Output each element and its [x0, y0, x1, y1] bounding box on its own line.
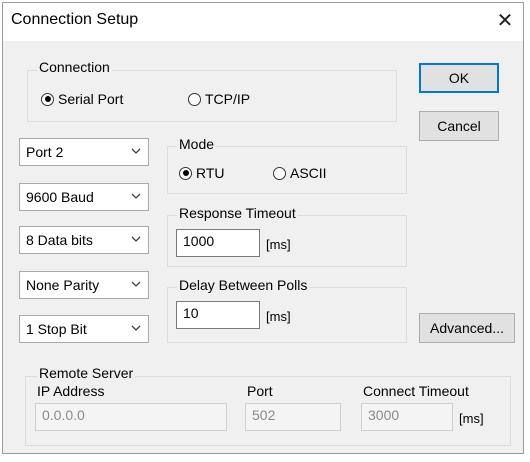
response-timeout-unit: [ms]: [266, 237, 291, 252]
serial-port-radio[interactable]: Serial Port: [41, 91, 123, 107]
chevron-down-icon: [131, 236, 141, 242]
tcp-ip-radio-label: TCP/IP: [205, 91, 251, 107]
serial-port-radio-indicator: [41, 92, 54, 106]
ok-button[interactable]: OK: [419, 63, 499, 93]
connect-timeout-input[interactable]: 3000: [361, 403, 453, 431]
ip-address-input[interactable]: 0.0.0.0: [35, 403, 227, 431]
stop-bits-select[interactable]: 1 Stop Bit: [19, 315, 149, 343]
baud-select[interactable]: 9600 Baud: [19, 183, 149, 211]
chevron-down-icon: [131, 281, 141, 287]
tcp-ip-radio-indicator: [188, 92, 201, 106]
ascii-radio-label: ASCII: [290, 165, 327, 181]
data-bits-select[interactable]: 8 Data bits: [19, 226, 149, 254]
window-title: Connection Setup: [11, 11, 139, 28]
connection-setup-dialog: Connection Setup ✕ Connection Serial Por…: [2, 2, 524, 454]
delay-between-polls-unit: [ms]: [266, 309, 291, 324]
rtu-radio-label: RTU: [196, 165, 225, 181]
baud-select-value: 9600 Baud: [26, 189, 94, 205]
response-timeout-label: Response Timeout: [177, 205, 298, 221]
stop-bits-select-value: 1 Stop Bit: [26, 321, 87, 337]
port-input[interactable]: 502: [245, 403, 341, 431]
advanced-button[interactable]: Advanced...: [419, 313, 515, 343]
connect-timeout-label: Connect Timeout: [363, 383, 469, 399]
rtu-radio-indicator: [179, 166, 192, 180]
data-bits-select-value: 8 Data bits: [26, 232, 93, 248]
remote-server-label: Remote Server: [37, 365, 136, 381]
ascii-radio[interactable]: ASCII: [273, 165, 327, 181]
serial-port-radio-label: Serial Port: [58, 91, 124, 107]
title-bar: Connection Setup ✕: [3, 3, 523, 41]
connection-group-label: Connection: [37, 59, 112, 75]
parity-select[interactable]: None Parity: [19, 271, 149, 299]
port-label: Port: [247, 383, 273, 399]
ip-address-label: IP Address: [37, 383, 105, 399]
chevron-down-icon: [131, 148, 141, 154]
port-select[interactable]: Port 2: [19, 138, 149, 166]
mode-group-label: Mode: [177, 136, 217, 152]
parity-select-value: None Parity: [26, 277, 100, 293]
connect-timeout-unit: [ms]: [459, 411, 484, 426]
delay-between-polls-input[interactable]: 10: [176, 301, 260, 329]
chevron-down-icon: [131, 193, 141, 199]
cancel-button[interactable]: Cancel: [419, 111, 499, 141]
port-select-value: Port 2: [26, 144, 64, 160]
chevron-down-icon: [131, 325, 141, 331]
tcp-ip-radio[interactable]: TCP/IP: [188, 91, 250, 107]
close-icon[interactable]: ✕: [493, 9, 517, 33]
delay-between-polls-label: Delay Between Polls: [177, 277, 310, 293]
ascii-radio-indicator: [273, 166, 286, 180]
rtu-radio[interactable]: RTU: [179, 165, 225, 181]
response-timeout-input[interactable]: 1000: [176, 229, 260, 257]
